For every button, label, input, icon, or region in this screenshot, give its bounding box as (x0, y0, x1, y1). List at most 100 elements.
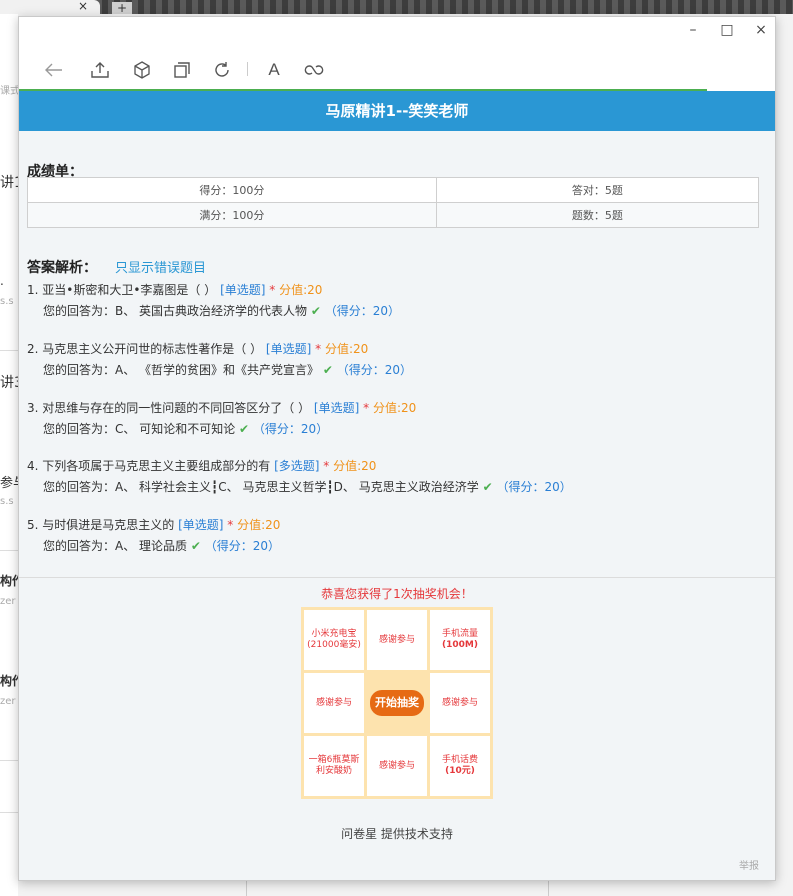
lottery-title: 恭喜您获得了1次抽奖机会！ (321, 587, 473, 601)
copy-icon[interactable] (171, 59, 193, 81)
tab-close-icon[interactable]: × (78, 0, 88, 13)
question-value: 分值:20 (324, 342, 369, 356)
browser-tab[interactable]: × (0, 0, 100, 14)
required-star: * (269, 283, 276, 297)
prize-name: 感谢参与 (378, 634, 415, 645)
question-item: 5. 与时俱进是马克思主义的 [单选题] * 分值:20 您的回答为：A、 理论… (27, 516, 280, 554)
question-stem: 1. 亚当•斯密和大卫•李嘉图是（ ） (27, 283, 217, 297)
score-got: 得分：100分 (27, 177, 437, 203)
toolbar-separator (247, 62, 248, 76)
new-tab-button[interactable]: + (112, 2, 132, 14)
divider (0, 550, 18, 551)
lottery-cell: 手机话费 (10元) (430, 736, 490, 796)
divider (548, 880, 549, 896)
popup-window: – □ × A 马原精讲1--笑笑老师 成绩单： 得分：100分 答对：5题 满… (18, 16, 776, 881)
answer-title: 答案解析： (27, 260, 97, 276)
back-icon[interactable] (43, 59, 65, 81)
prize-name: 小米充电宝 (311, 629, 357, 639)
user-answer: 您的回答为：B、 英国古典政治经济学的代表人物 (43, 304, 308, 318)
divider (246, 880, 247, 896)
score-table: 得分：100分 答对：5题 满分：100分 题数：5题 (27, 177, 760, 228)
answer-header: 答案解析： 只显示错误题目 (27, 257, 206, 277)
report-link[interactable]: 举报 (739, 857, 759, 872)
toolbar: A (19, 47, 775, 89)
minimize-button[interactable]: – (683, 22, 703, 38)
question-type: [多选题] (274, 459, 320, 473)
prize-detail: (21000毫安) (307, 640, 361, 650)
score-correct: 答对：5题 (435, 177, 760, 203)
check-icon: ✔ (190, 539, 201, 553)
bg-fragment: 构作 (0, 574, 18, 588)
start-lottery-button[interactable]: 开始抽奖 (370, 690, 424, 716)
question-value: 分值:20 (279, 283, 323, 297)
score-full: 满分：100分 (27, 202, 437, 228)
bg-fragment: . (0, 274, 4, 288)
question-item: 1. 亚当•斯密和大卫•李嘉图是（ ） [单选题] * 分值:20 您的回答为：… (27, 281, 400, 319)
prize-name: 感谢参与 (315, 697, 352, 708)
question-score: （得分：20） (204, 539, 281, 553)
window-titlebar: – □ × (19, 17, 775, 47)
table-row: 满分：100分 题数：5题 (27, 202, 760, 228)
required-star: * (315, 342, 322, 356)
bg-fragment: s.s (0, 296, 14, 307)
background-page-left-strip: 课式 讲1 . s.s 讲3 参与 s.s 构作 zer 构作 zer (0, 14, 18, 896)
lottery-cell: 感谢参与 (367, 736, 427, 796)
lottery-cell: 小米充电宝 (21000毫安) (304, 610, 364, 670)
lottery-cell: 一箱6瓶莫斯 利安酸奶 (304, 736, 364, 796)
refresh-icon[interactable] (211, 59, 233, 81)
question-type: [单选题] (265, 342, 312, 356)
lottery-center: 开始抽奖 (367, 673, 427, 733)
page-title: 马原精讲1--笑笑老师 (19, 91, 775, 131)
question-value: 分值:20 (237, 518, 281, 532)
divider (0, 350, 18, 351)
lottery-cell: 感谢参与 (304, 673, 364, 733)
package-icon[interactable] (131, 59, 153, 81)
question-score: （得分：20） (324, 304, 401, 318)
question-stem: 3. 对思维与存在的同一性问题的不同回答区分了（ ） (27, 401, 311, 415)
bg-fragment: 讲3 (0, 375, 18, 391)
tech-support-text: 问卷星 提供技术支持 (341, 827, 453, 841)
question-value: 分值:20 (372, 401, 417, 415)
link-icon[interactable] (303, 59, 325, 81)
question-score: （得分：20） (496, 480, 572, 494)
lottery-cell: 手机流量 (100M) (430, 610, 490, 670)
bg-fragment: 讲1 (0, 175, 18, 191)
user-answer: 您的回答为：A、 《哲学的贫困》和《共产党宣言》 (43, 363, 320, 377)
user-answer: 您的回答为：C、 可知论和不可知论 (43, 422, 236, 436)
user-answer: 您的回答为：A、 科学社会主义┇C、 马克思主义哲学┇D、 马克思主义政治经济学 (43, 480, 479, 494)
required-star: * (227, 518, 234, 532)
question-stem: 2. 马克思主义公开问世的标志性著作是（ ） (27, 342, 263, 356)
lottery-cell: 感谢参与 (367, 610, 427, 670)
bg-fragment: 参与 (0, 476, 18, 491)
question-type: [单选题] (313, 401, 360, 415)
lottery-cell: 感谢参与 (430, 673, 490, 733)
bg-fragment: zer (0, 596, 16, 607)
prize-detail: 利安酸奶 (315, 766, 352, 776)
question-item: 2. 马克思主义公开问世的标志性著作是（ ） [单选题] * 分值:20 您的回… (27, 340, 412, 378)
question-stem: 4. 下列各项属于马克思主义主要组成部分的有 (27, 459, 271, 473)
bg-fragment: 构作 (0, 674, 18, 688)
question-score: （得分：20） (336, 363, 413, 377)
only-wrong-link[interactable]: 只显示错误题目 (115, 257, 206, 276)
font-icon[interactable]: A (263, 59, 285, 81)
divider (0, 812, 18, 813)
close-button[interactable]: × (751, 22, 771, 38)
question-item: 3. 对思维与存在的同一性问题的不同回答区分了（ ） [单选题] * 分值:20… (27, 399, 416, 437)
required-star: * (323, 459, 330, 473)
check-icon: ✔ (310, 304, 321, 318)
prize-detail: (10元) (445, 766, 475, 776)
required-star: * (363, 401, 370, 415)
bg-fragment: zer (0, 696, 16, 707)
share-icon[interactable] (89, 59, 111, 81)
prize-name: 感谢参与 (441, 697, 478, 708)
question-type: [单选题] (178, 518, 224, 532)
question-value: 分值:20 (333, 459, 377, 473)
check-icon: ✔ (322, 363, 333, 377)
bg-fragment: s.s (0, 496, 14, 507)
user-answer: 您的回答为：A、 理论品质 (43, 539, 188, 553)
score-count: 题数：5题 (435, 202, 760, 228)
prize-name: 一箱6瓶莫斯 (308, 755, 360, 765)
section-divider (19, 577, 775, 578)
prize-name: 感谢参与 (378, 760, 415, 771)
maximize-button[interactable]: □ (717, 22, 737, 38)
